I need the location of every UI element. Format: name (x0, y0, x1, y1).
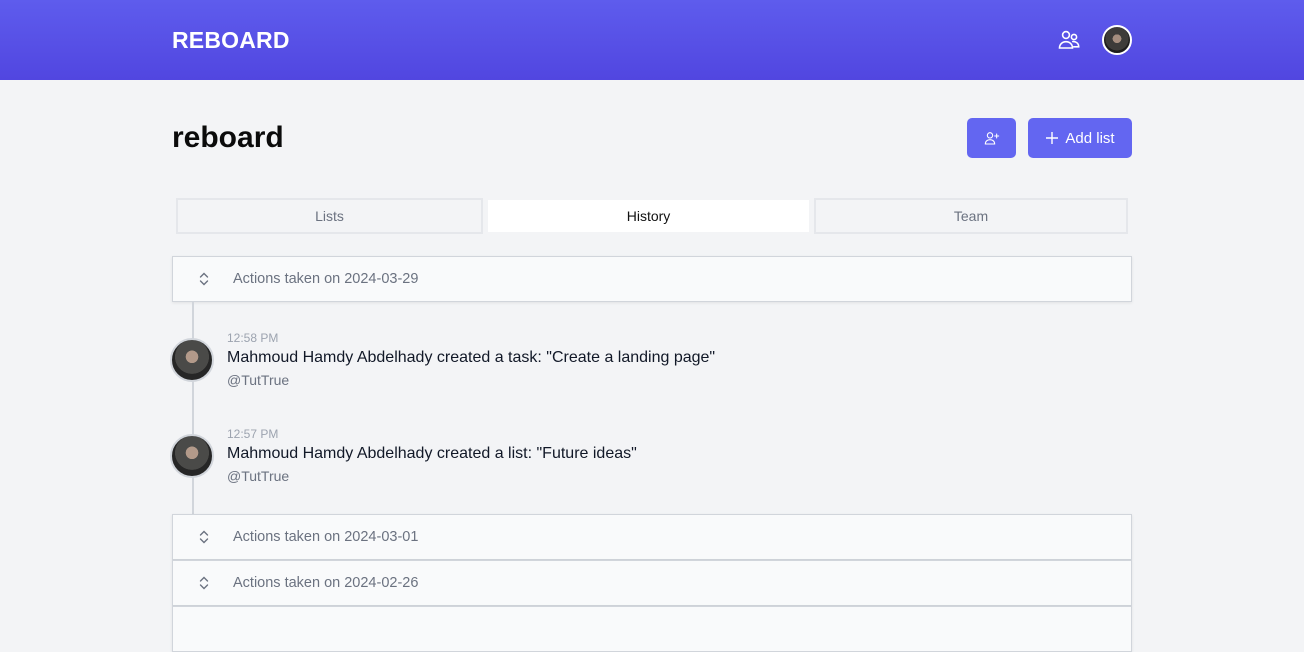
entry-avatar (170, 338, 214, 382)
history-group-label: Actions taken on 2024-03-01 (233, 529, 419, 545)
brand-logo[interactable]: REBOARD (172, 27, 290, 54)
entry-time: 12:57 PM (227, 427, 279, 441)
add-list-label: Add list (1065, 129, 1115, 147)
user-plus-icon (984, 132, 999, 145)
tab-history[interactable]: History (486, 198, 811, 234)
timeline-line (192, 302, 194, 514)
entry-user[interactable]: @TutTrue (227, 372, 289, 388)
entry-text: Mahmoud Hamdy Abdelhady created a task: … (227, 349, 716, 366)
entry-time: 12:58 PM (227, 331, 279, 345)
history-group-header[interactable]: Actions taken on 2024-03-01 (172, 514, 1132, 560)
page-title: reboard (172, 121, 284, 154)
plus-icon (1046, 132, 1059, 144)
entry-text: Mahmoud Hamdy Abdelhady created a list: … (227, 445, 637, 462)
entry-avatar (170, 434, 214, 478)
tab-lists[interactable]: Lists (176, 198, 483, 234)
history-group-header[interactable]: Actions taken on 2024-03-29 (172, 256, 1132, 302)
entry-user[interactable]: @TutTrue (227, 468, 289, 484)
history-group-header[interactable] (172, 606, 1132, 652)
invite-member-button[interactable] (967, 118, 1016, 158)
history-group-label: Actions taken on 2024-03-29 (233, 271, 419, 287)
tab-team[interactable]: Team (814, 198, 1128, 234)
tab-bar: Lists History Team (176, 198, 1128, 234)
history-group-label: Actions taken on 2024-02-26 (233, 575, 419, 591)
user-avatar[interactable] (1102, 25, 1132, 55)
top-navbar: REBOARD (0, 0, 1304, 80)
team-icon[interactable] (1057, 28, 1081, 52)
history-group-header[interactable]: Actions taken on 2024-02-26 (172, 560, 1132, 606)
add-list-button[interactable]: Add list (1028, 118, 1132, 158)
chevron-up-down-icon (199, 272, 209, 286)
chevron-up-down-icon (199, 576, 209, 590)
chevron-up-down-icon (199, 530, 209, 544)
